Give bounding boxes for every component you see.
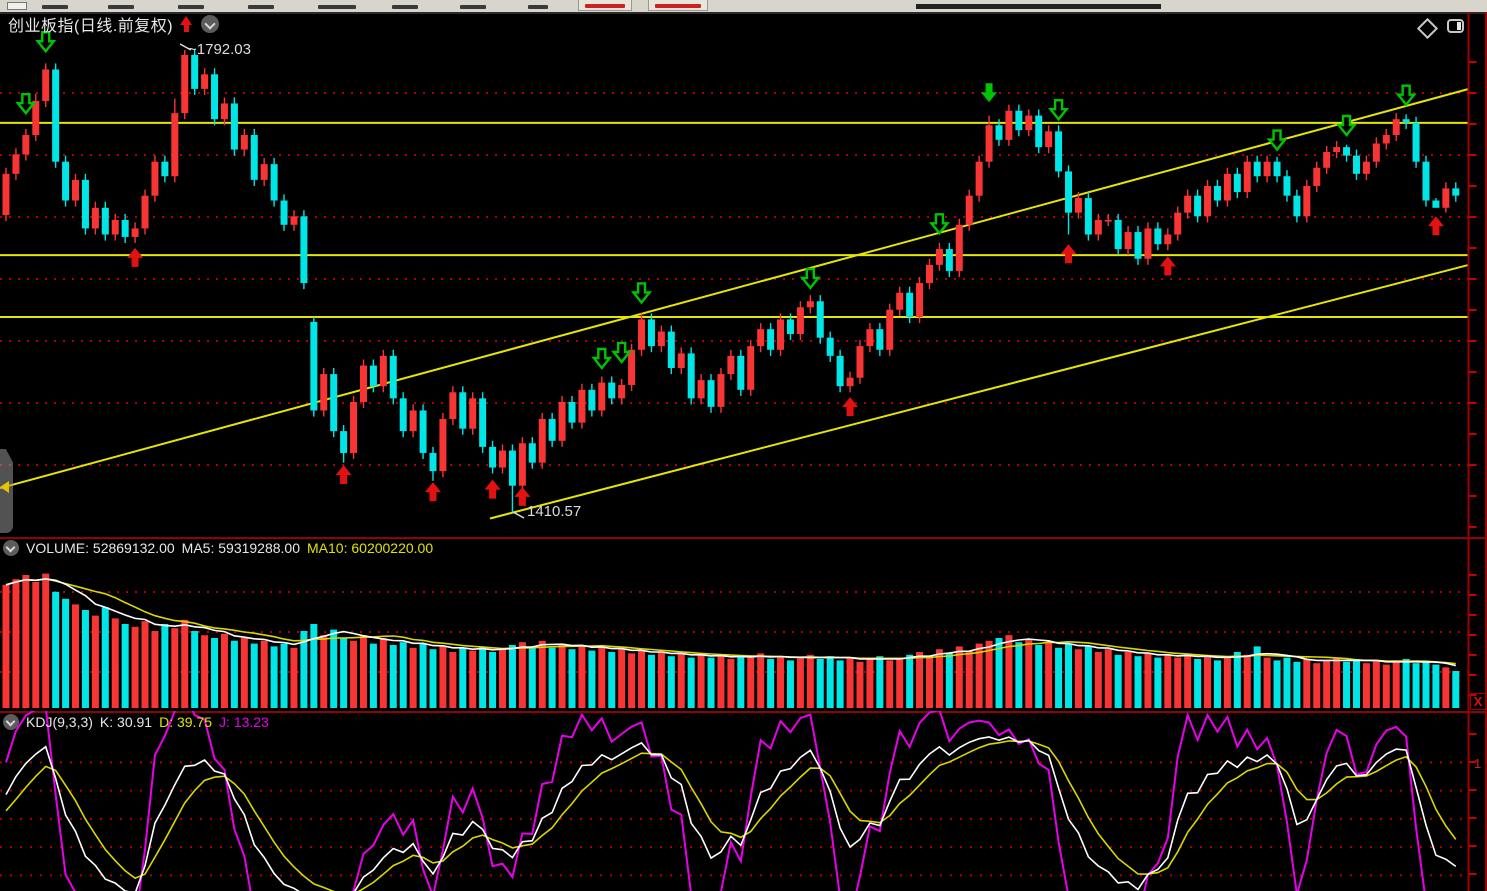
volume-label: VOLUME: — [26, 540, 89, 556]
kdj-canvas[interactable] — [0, 711, 1487, 891]
d-value: 39.75 — [177, 714, 212, 730]
main-chart-panel — [0, 12, 1487, 537]
ma5-label: MA5: — [182, 540, 215, 556]
menu-item[interactable] — [108, 5, 134, 9]
kdj-panel — [0, 711, 1487, 891]
high-price-label: ~1792.03 — [188, 41, 251, 58]
menu-item[interactable] — [248, 5, 274, 9]
candles — [3, 49, 1460, 513]
trend-up-icon — [180, 16, 193, 32]
app-logo — [7, 2, 27, 10]
menu-item[interactable] — [318, 5, 356, 9]
chart-title-row: 创业板指(日线.前复权) — [8, 14, 219, 34]
main-chart-canvas[interactable] — [0, 12, 1487, 537]
chevron-down-button[interactable] — [3, 714, 19, 730]
kdj-header: KDJ(9,3,3) K: 30.91 D: 39.75 J: 13.23 — [3, 714, 269, 730]
d-label: D: — [159, 714, 173, 730]
volume-right-axis — [1469, 537, 1477, 711]
close-indicator-button[interactable]: X — [1470, 693, 1486, 710]
menu-item[interactable] — [392, 5, 418, 9]
trendline-anchor-arrow-icon — [0, 481, 9, 493]
volume-canvas[interactable] — [0, 537, 1487, 711]
low-price-label: 1410.57 — [527, 503, 581, 520]
ma5-value: 59319288.00 — [218, 540, 300, 556]
window-layout-icon[interactable] — [1447, 19, 1464, 33]
k-value: 30.91 — [117, 714, 152, 730]
volume-panel — [0, 537, 1487, 711]
menu-item[interactable] — [178, 5, 204, 9]
menu-button-red-1[interactable] — [578, 0, 632, 11]
ma10-value: 60200220.00 — [351, 540, 433, 556]
menu-item[interactable] — [528, 5, 548, 9]
kdj-axis-label: 1 — [1474, 756, 1481, 771]
main-right-axis — [180, 12, 1477, 537]
kdj-label: KDJ(9,3,3) — [26, 714, 93, 730]
chart-title: 创业板指(日线.前复权) — [8, 12, 173, 36]
j-label: J: — [219, 714, 230, 730]
menu-button-red-2[interactable] — [648, 0, 708, 11]
trend-channel-lines — [0, 89, 1469, 519]
menu-item[interactable] — [460, 5, 486, 9]
volume-header: VOLUME: 52869132.00 MA5: 59319288.00 MA1… — [3, 540, 433, 556]
kdj-gridlines — [0, 762, 1469, 875]
volume-bars — [3, 574, 1460, 708]
k-label: K: — [100, 714, 113, 730]
menu-item[interactable] — [42, 5, 68, 9]
chevron-down-button[interactable] — [3, 540, 19, 556]
ma10-label: MA10: — [307, 540, 347, 556]
kdj-right-axis — [1469, 711, 1477, 891]
volume-value: 52869132.00 — [93, 540, 175, 556]
kdj-lines — [6, 711, 1456, 891]
signal-arrows — [18, 32, 1444, 506]
window-title-fragment — [916, 4, 1161, 9]
trading-terminal: { "win": { "title": "创业板指(日线.前复权)", "hig… — [0, 0, 1487, 891]
chevron-down-button[interactable] — [201, 15, 219, 33]
j-value: 13.23 — [234, 714, 269, 730]
